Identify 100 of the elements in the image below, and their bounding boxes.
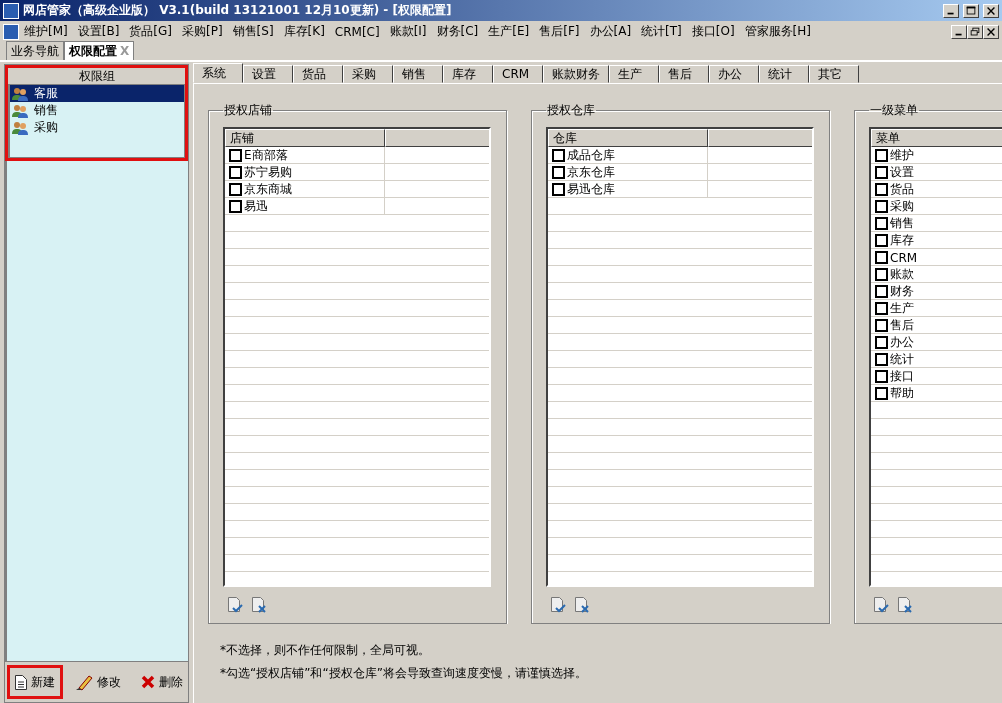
menu-item[interactable]: CRM[C]	[329, 24, 385, 39]
checkbox[interactable]	[875, 183, 888, 196]
checkbox[interactable]	[875, 251, 888, 264]
note-text: *勾选“授权店铺”和“授权仓库”将会导致查询速度变慢，请谨慎选择。	[220, 665, 588, 682]
clear-document-icon[interactable]	[897, 597, 913, 613]
tab[interactable]: 生产	[609, 65, 659, 83]
document-tab[interactable]: 业务导航	[6, 41, 64, 60]
menu-item[interactable]: 管家服务[H]	[739, 23, 816, 40]
checkbox[interactable]	[875, 285, 888, 298]
tab[interactable]: 其它	[809, 65, 859, 83]
tab[interactable]: 账款财务	[543, 65, 609, 83]
checkbox[interactable]	[875, 387, 888, 400]
checkbox[interactable]	[229, 166, 242, 179]
checkbox[interactable]	[552, 149, 565, 162]
tab[interactable]: 统计	[759, 65, 809, 83]
menu-item[interactable]: 销售[S]	[227, 23, 279, 40]
menu-item[interactable]: 账款[I]	[384, 23, 432, 40]
group-title: 授权仓库	[546, 102, 596, 119]
menu-item[interactable]: 财务[C]	[431, 23, 484, 40]
menu-item[interactable]: 维护[M]	[19, 23, 73, 40]
close-icon[interactable]	[983, 3, 999, 18]
checkbox[interactable]	[229, 149, 242, 162]
tab[interactable]: 库存	[443, 65, 493, 83]
menu-item[interactable]: 采购[P]	[177, 23, 228, 40]
checkbox-item[interactable]: 成品仓库	[548, 147, 708, 164]
checkbox[interactable]	[552, 166, 565, 179]
checkbox-item[interactable]: 库存	[871, 232, 1002, 249]
checkbox[interactable]	[875, 370, 888, 383]
checkbox-item[interactable]: 货品	[871, 181, 1002, 198]
checkbox-item[interactable]: 账款	[871, 266, 1002, 283]
menu-item[interactable]: 库存[K]	[278, 23, 330, 40]
checkbox-item[interactable]: 财务	[871, 283, 1002, 300]
checkbox-item[interactable]: 销售	[871, 215, 1002, 232]
check-document-icon[interactable]	[227, 597, 243, 613]
group-title: 一级菜单	[869, 102, 919, 119]
tab[interactable]: CRM	[493, 65, 543, 83]
menu-item[interactable]: 设置[B]	[72, 23, 125, 40]
tab[interactable]: 系统	[193, 63, 243, 83]
group-item[interactable]: 采购	[10, 119, 184, 136]
close-icon[interactable]	[983, 24, 999, 39]
checkbox-item[interactable]: 接口	[871, 368, 1002, 385]
tab[interactable]: 采购	[343, 65, 393, 83]
checkbox-item[interactable]: 京东商城	[225, 181, 385, 198]
edit-button[interactable]: 修改	[67, 665, 129, 699]
checkbox-item[interactable]: 易迅	[225, 198, 385, 215]
group-item[interactable]: 客服	[10, 85, 184, 102]
menu-item[interactable]: 接口[O]	[686, 23, 740, 40]
menu-item[interactable]: 货品[G]	[124, 23, 177, 40]
menu-item[interactable]: 生产[E]	[483, 23, 535, 40]
check-document-icon[interactable]	[873, 597, 889, 613]
checkbox-item[interactable]: CRM	[871, 249, 1002, 266]
checkbox[interactable]	[875, 336, 888, 349]
menu-item[interactable]: 售后[F]	[534, 23, 585, 40]
column-header: 菜单	[871, 129, 1002, 147]
new-button[interactable]: 新建	[7, 665, 63, 699]
checkbox[interactable]	[552, 183, 565, 196]
tab[interactable]: 办公	[709, 65, 759, 83]
checkbox[interactable]	[875, 268, 888, 281]
checkbox[interactable]	[875, 302, 888, 315]
checkbox[interactable]	[875, 149, 888, 162]
tab[interactable]: 货品	[293, 65, 343, 83]
document-icon	[15, 674, 27, 690]
checkbox-item[interactable]: 维护	[871, 147, 1002, 164]
checkbox-item[interactable]: E商部落	[225, 147, 385, 164]
delete-button[interactable]: 删除	[133, 665, 191, 699]
menu-item[interactable]: 办公[A]	[584, 23, 637, 40]
minimize-icon[interactable]	[943, 3, 959, 18]
menu-item[interactable]: 统计[T]	[636, 23, 687, 40]
tab[interactable]: 售后	[659, 65, 709, 83]
checkbox[interactable]	[229, 200, 242, 213]
tab[interactable]: 销售	[393, 65, 443, 83]
pencil-icon	[75, 673, 93, 691]
checkbox[interactable]	[875, 234, 888, 247]
group-item[interactable]: 销售	[10, 102, 184, 119]
checkbox-item[interactable]: 生产	[871, 300, 1002, 317]
app-icon	[3, 2, 19, 19]
clear-document-icon[interactable]	[251, 597, 267, 613]
restore-icon[interactable]	[967, 24, 983, 39]
checkbox[interactable]	[229, 183, 242, 196]
checkbox-item[interactable]: 苏宁易购	[225, 164, 385, 181]
document-tab[interactable]: 权限配置 X	[64, 41, 135, 60]
checkbox-item[interactable]: 统计	[871, 351, 1002, 368]
checkbox[interactable]	[875, 319, 888, 332]
checkbox[interactable]	[875, 217, 888, 230]
check-document-icon[interactable]	[550, 597, 566, 613]
tab[interactable]: 设置	[243, 65, 293, 83]
clear-document-icon[interactable]	[574, 597, 590, 613]
app-icon	[3, 23, 19, 40]
checkbox-item[interactable]: 帮助	[871, 385, 1002, 402]
checkbox[interactable]	[875, 353, 888, 366]
checkbox-item[interactable]: 采购	[871, 198, 1002, 215]
minimize-icon[interactable]	[951, 24, 967, 39]
checkbox-item[interactable]: 设置	[871, 164, 1002, 181]
checkbox[interactable]	[875, 200, 888, 213]
checkbox-item[interactable]: 办公	[871, 334, 1002, 351]
maximize-icon[interactable]	[963, 3, 979, 18]
checkbox-item[interactable]: 京东仓库	[548, 164, 708, 181]
checkbox[interactable]	[875, 166, 888, 179]
checkbox-item[interactable]: 易迅仓库	[548, 181, 708, 198]
checkbox-item[interactable]: 售后	[871, 317, 1002, 334]
